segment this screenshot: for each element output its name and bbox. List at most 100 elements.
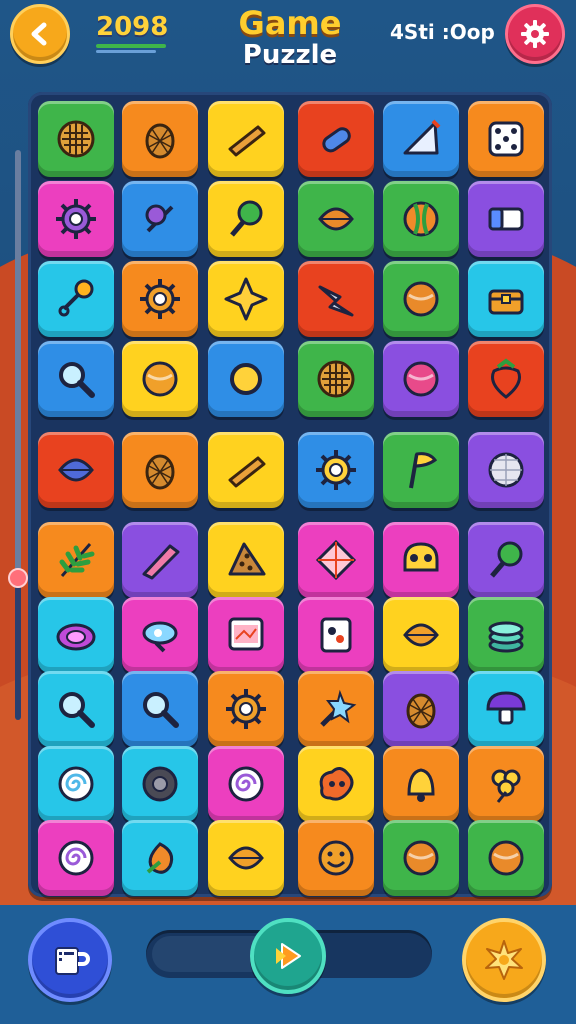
tile-cookie[interactable] [208,522,284,598]
play-button[interactable] [250,918,326,994]
level-slider-fill [15,577,21,720]
tile-coins[interactable] [468,596,544,673]
shell-icon [146,842,174,874]
tile-gear[interactable] [298,432,374,508]
tile-bell[interactable] [383,745,459,822]
crystal-icon [142,544,180,580]
tile-lollipop[interactable] [468,522,544,598]
tile-swirl[interactable] [38,820,114,896]
dice-icon [488,121,524,157]
star-burst-icon [485,940,523,980]
strawberry-icon [491,358,521,399]
cup-button[interactable] [28,918,112,1002]
swirl-icon [58,766,94,801]
ball-icon [142,361,178,397]
tile-magnifier[interactable] [38,341,114,417]
flag-icon [409,452,438,489]
tile-flag[interactable] [383,432,459,508]
tile-star[interactable] [208,261,284,337]
leaf-icon [318,207,354,231]
ruler-icon [403,119,441,155]
tile-arrow[interactable] [298,261,374,337]
tile-wedge[interactable] [208,432,284,508]
back-button[interactable] [10,4,70,64]
tile-dice[interactable] [468,101,544,177]
tile-pinecone[interactable] [122,432,198,508]
tile-ball[interactable] [122,341,198,417]
eraser-icon [488,207,524,231]
tile-eraser[interactable] [468,181,544,257]
tile-stripe-ball[interactable] [383,181,459,257]
gear-icon [56,199,96,239]
tile-clover[interactable] [468,745,544,822]
tile-pinecone[interactable] [122,101,198,177]
tile-crystal[interactable] [122,522,198,598]
leaf-icon [403,623,439,646]
tile-gear[interactable] [208,671,284,747]
tile-swirl[interactable] [38,745,114,822]
score-underline-secondary [96,50,156,53]
magnifier-icon [143,692,179,728]
tile-gear[interactable] [38,181,114,257]
tile-diamond[interactable] [298,522,374,598]
tile-ruler[interactable] [383,101,459,177]
tile-gear[interactable] [122,261,198,337]
tile-chest[interactable] [468,261,544,337]
tile-ball[interactable] [383,261,459,337]
tile-shell[interactable] [122,820,198,896]
tile-gem[interactable] [122,596,198,673]
tile-waffle[interactable] [298,341,374,417]
chest-icon [488,289,524,315]
tile-skull[interactable] [383,522,459,598]
magnifier-icon [59,362,95,398]
tile-magnifier[interactable] [122,671,198,747]
tile-smiley[interactable] [298,820,374,896]
ball-icon [488,840,524,876]
game-subtitle: Puzzle [242,40,338,70]
tile-key[interactable] [38,261,114,337]
bottle-icon [322,127,351,153]
smiley-icon [318,840,354,876]
tile-lollipop[interactable] [208,181,284,257]
tile-ball[interactable] [383,341,459,417]
tile-strawberry[interactable] [468,341,544,417]
tile-mushroom[interactable] [468,671,544,747]
tile-leaf[interactable] [298,181,374,257]
magnifier-icon [59,692,95,728]
settings-button[interactable] [505,4,565,64]
tile-swirl[interactable] [208,745,284,822]
tile-ring[interactable] [208,341,284,417]
tile-bottle[interactable] [298,101,374,177]
level-slider[interactable] [15,150,21,720]
tile-leaf[interactable] [383,596,459,673]
tile-star-sword[interactable] [298,671,374,747]
tile-fern[interactable] [38,522,114,598]
tile-waffle[interactable] [38,101,114,177]
tile-disco-ball[interactable] [468,432,544,508]
tile-ball[interactable] [383,820,459,896]
tile-tire[interactable] [122,745,198,822]
tile-splat[interactable] [298,745,374,822]
tile-ball[interactable] [468,820,544,896]
diamond-icon [315,539,357,581]
tile-magnifier[interactable] [38,671,114,747]
skull-icon [403,542,439,572]
tile-leaf[interactable] [208,820,284,896]
gear-icon [226,689,266,729]
tile-card[interactable] [298,596,374,673]
tile-disc[interactable] [38,596,114,673]
level-slider-knob[interactable] [8,567,28,588]
waffle-icon [317,360,355,398]
ball-icon [403,361,439,397]
picture-icon [228,617,264,650]
wedge-icon [228,125,266,157]
tile-leaf[interactable] [38,432,114,508]
tile-picture[interactable] [208,596,284,673]
pinecone-icon [406,693,436,729]
star-sword-icon [320,689,357,727]
gear-icon [521,20,549,48]
tile-pinecone[interactable] [383,671,459,747]
tile-pin[interactable] [122,181,198,257]
tile-wedge[interactable] [208,101,284,177]
bonus-button[interactable] [462,918,546,1002]
